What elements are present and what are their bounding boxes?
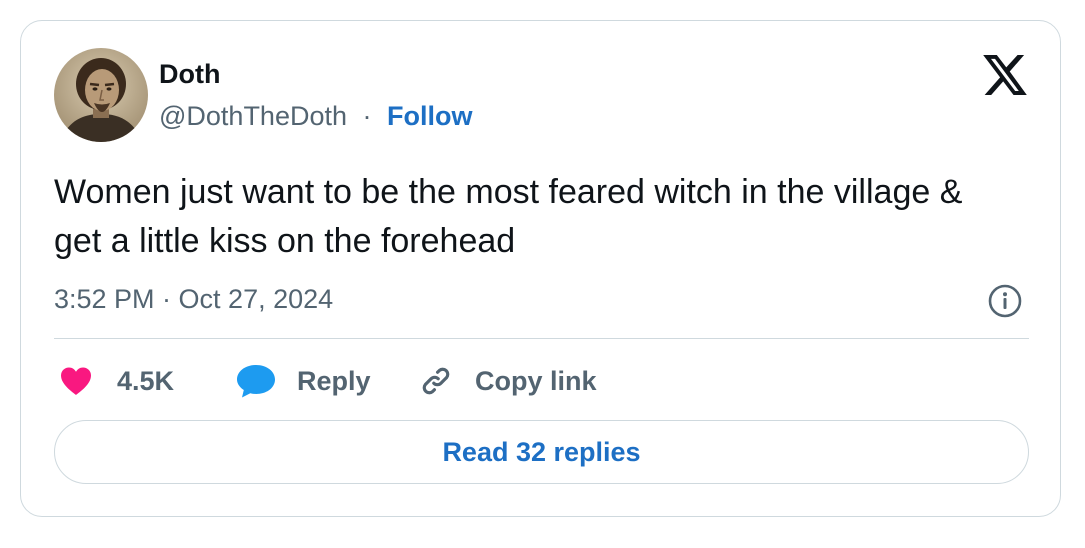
copy-link-button[interactable]: Copy link: [417, 361, 597, 401]
heart-icon: [61, 367, 91, 395]
meta-separator: ·: [362, 101, 372, 131]
reply-button[interactable]: Reply: [235, 361, 371, 401]
tweet-timestamp[interactable]: 3:52 PM · Oct 27, 2024: [54, 283, 333, 315]
reply-label: Reply: [297, 365, 371, 396]
portrait-avatar-icon: [54, 48, 148, 142]
speech-bubble-icon: [237, 365, 275, 398]
info-icon[interactable]: [987, 283, 1023, 319]
x-logo-icon[interactable]: [983, 55, 1027, 95]
tweet-text: Women just want to be the most feared wi…: [54, 173, 963, 260]
divider: [54, 338, 1029, 339]
like-button[interactable]: 4.5K: [59, 361, 174, 401]
author-handle[interactable]: @DothTheDoth: [159, 101, 347, 131]
author-name[interactable]: Doth: [159, 58, 220, 90]
link-icon: [422, 367, 450, 395]
author-meta-row: @DothTheDoth · Follow: [159, 100, 473, 132]
tweet-card: Doth @DothTheDoth · Follow Women just wa…: [20, 20, 1061, 517]
follow-button[interactable]: Follow: [387, 101, 472, 131]
author-avatar[interactable]: [54, 48, 148, 142]
read-replies-button[interactable]: Read 32 replies: [54, 420, 1029, 484]
like-count: 4.5K: [117, 365, 175, 396]
copy-link-label: Copy link: [475, 365, 597, 396]
